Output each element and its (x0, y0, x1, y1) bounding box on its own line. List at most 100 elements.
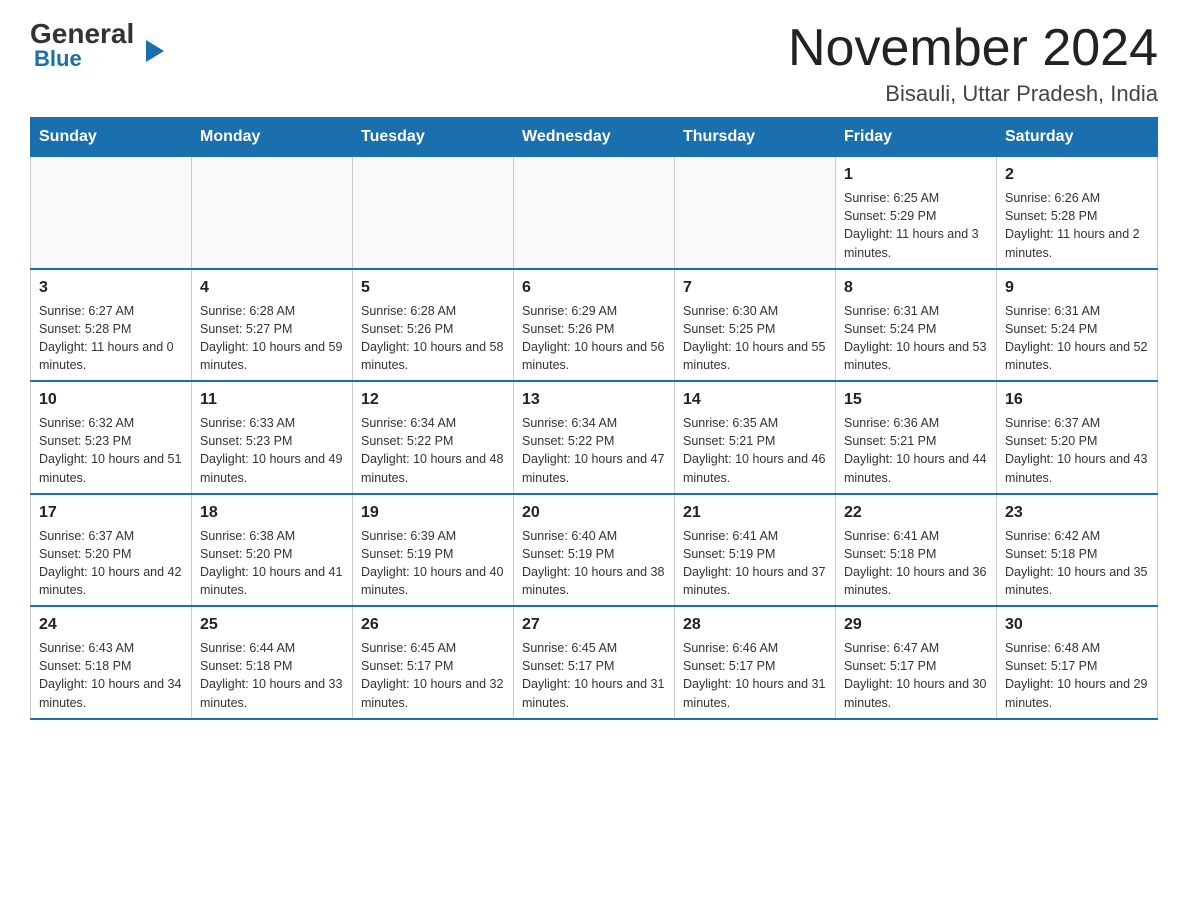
calendar-body: 1Sunrise: 6:25 AMSunset: 5:29 PMDaylight… (31, 157, 1158, 719)
calendar-cell: 30Sunrise: 6:48 AMSunset: 5:17 PMDayligh… (997, 606, 1158, 719)
day-info: Sunrise: 6:28 AMSunset: 5:27 PMDaylight:… (200, 302, 344, 375)
calendar-cell: 18Sunrise: 6:38 AMSunset: 5:20 PMDayligh… (192, 494, 353, 607)
location-subtitle: Bisauli, Uttar Pradesh, India (788, 81, 1158, 107)
day-info: Sunrise: 6:45 AMSunset: 5:17 PMDaylight:… (522, 639, 666, 712)
day-info: Sunrise: 6:29 AMSunset: 5:26 PMDaylight:… (522, 302, 666, 375)
day-number: 24 (39, 613, 183, 637)
calendar-cell: 27Sunrise: 6:45 AMSunset: 5:17 PMDayligh… (514, 606, 675, 719)
calendar-cell (353, 157, 514, 269)
day-number: 5 (361, 276, 505, 300)
page-header: General Blue November 2024 Bisauli, Utta… (30, 20, 1158, 107)
logo-general: General (30, 20, 144, 48)
calendar-week-5: 24Sunrise: 6:43 AMSunset: 5:18 PMDayligh… (31, 606, 1158, 719)
weekday-header-sunday: Sunday (31, 118, 192, 157)
day-number: 15 (844, 388, 988, 412)
day-info: Sunrise: 6:48 AMSunset: 5:17 PMDaylight:… (1005, 639, 1149, 712)
day-info: Sunrise: 6:33 AMSunset: 5:23 PMDaylight:… (200, 414, 344, 487)
page-title: November 2024 (788, 20, 1158, 77)
day-number: 17 (39, 501, 183, 525)
day-number: 27 (522, 613, 666, 637)
logo: General Blue (30, 20, 144, 72)
calendar-cell (514, 157, 675, 269)
calendar-week-4: 17Sunrise: 6:37 AMSunset: 5:20 PMDayligh… (31, 494, 1158, 607)
day-info: Sunrise: 6:31 AMSunset: 5:24 PMDaylight:… (844, 302, 988, 375)
day-number: 19 (361, 501, 505, 525)
weekday-header-friday: Friday (836, 118, 997, 157)
day-info: Sunrise: 6:32 AMSunset: 5:23 PMDaylight:… (39, 414, 183, 487)
day-number: 11 (200, 388, 344, 412)
calendar-cell: 29Sunrise: 6:47 AMSunset: 5:17 PMDayligh… (836, 606, 997, 719)
calendar-cell: 16Sunrise: 6:37 AMSunset: 5:20 PMDayligh… (997, 381, 1158, 494)
day-number: 7 (683, 276, 827, 300)
calendar-cell: 28Sunrise: 6:46 AMSunset: 5:17 PMDayligh… (675, 606, 836, 719)
day-info: Sunrise: 6:30 AMSunset: 5:25 PMDaylight:… (683, 302, 827, 375)
day-number: 23 (1005, 501, 1149, 525)
calendar-cell: 5Sunrise: 6:28 AMSunset: 5:26 PMDaylight… (353, 269, 514, 382)
weekday-header-row: SundayMondayTuesdayWednesdayThursdayFrid… (31, 118, 1158, 157)
weekday-header-wednesday: Wednesday (514, 118, 675, 157)
day-info: Sunrise: 6:27 AMSunset: 5:28 PMDaylight:… (39, 302, 183, 375)
day-number: 30 (1005, 613, 1149, 637)
day-info: Sunrise: 6:37 AMSunset: 5:20 PMDaylight:… (1005, 414, 1149, 487)
day-info: Sunrise: 6:42 AMSunset: 5:18 PMDaylight:… (1005, 527, 1149, 600)
calendar-cell: 17Sunrise: 6:37 AMSunset: 5:20 PMDayligh… (31, 494, 192, 607)
calendar-cell: 25Sunrise: 6:44 AMSunset: 5:18 PMDayligh… (192, 606, 353, 719)
day-number: 18 (200, 501, 344, 525)
day-number: 21 (683, 501, 827, 525)
calendar-cell (31, 157, 192, 269)
day-number: 28 (683, 613, 827, 637)
calendar-cell: 11Sunrise: 6:33 AMSunset: 5:23 PMDayligh… (192, 381, 353, 494)
day-number: 2 (1005, 163, 1149, 187)
day-info: Sunrise: 6:37 AMSunset: 5:20 PMDaylight:… (39, 527, 183, 600)
day-info: Sunrise: 6:41 AMSunset: 5:18 PMDaylight:… (844, 527, 988, 600)
weekday-header-monday: Monday (192, 118, 353, 157)
calendar-cell: 1Sunrise: 6:25 AMSunset: 5:29 PMDaylight… (836, 157, 997, 269)
calendar-cell: 21Sunrise: 6:41 AMSunset: 5:19 PMDayligh… (675, 494, 836, 607)
day-number: 1 (844, 163, 988, 187)
calendar-cell: 14Sunrise: 6:35 AMSunset: 5:21 PMDayligh… (675, 381, 836, 494)
calendar-cell: 26Sunrise: 6:45 AMSunset: 5:17 PMDayligh… (353, 606, 514, 719)
day-number: 3 (39, 276, 183, 300)
day-info: Sunrise: 6:31 AMSunset: 5:24 PMDaylight:… (1005, 302, 1149, 375)
calendar-header: SundayMondayTuesdayWednesdayThursdayFrid… (31, 118, 1158, 157)
calendar-week-1: 1Sunrise: 6:25 AMSunset: 5:29 PMDaylight… (31, 157, 1158, 269)
day-info: Sunrise: 6:34 AMSunset: 5:22 PMDaylight:… (361, 414, 505, 487)
calendar-cell: 23Sunrise: 6:42 AMSunset: 5:18 PMDayligh… (997, 494, 1158, 607)
calendar-cell (192, 157, 353, 269)
weekday-header-tuesday: Tuesday (353, 118, 514, 157)
day-info: Sunrise: 6:39 AMSunset: 5:19 PMDaylight:… (361, 527, 505, 600)
day-number: 10 (39, 388, 183, 412)
day-number: 4 (200, 276, 344, 300)
day-number: 9 (1005, 276, 1149, 300)
calendar-cell: 3Sunrise: 6:27 AMSunset: 5:28 PMDaylight… (31, 269, 192, 382)
day-number: 16 (1005, 388, 1149, 412)
calendar-cell: 9Sunrise: 6:31 AMSunset: 5:24 PMDaylight… (997, 269, 1158, 382)
calendar-cell: 10Sunrise: 6:32 AMSunset: 5:23 PMDayligh… (31, 381, 192, 494)
calendar-cell: 7Sunrise: 6:30 AMSunset: 5:25 PMDaylight… (675, 269, 836, 382)
day-info: Sunrise: 6:25 AMSunset: 5:29 PMDaylight:… (844, 189, 988, 262)
day-info: Sunrise: 6:43 AMSunset: 5:18 PMDaylight:… (39, 639, 183, 712)
day-info: Sunrise: 6:36 AMSunset: 5:21 PMDaylight:… (844, 414, 988, 487)
calendar-cell: 15Sunrise: 6:36 AMSunset: 5:21 PMDayligh… (836, 381, 997, 494)
day-info: Sunrise: 6:41 AMSunset: 5:19 PMDaylight:… (683, 527, 827, 600)
weekday-header-thursday: Thursday (675, 118, 836, 157)
calendar-cell: 19Sunrise: 6:39 AMSunset: 5:19 PMDayligh… (353, 494, 514, 607)
day-number: 14 (683, 388, 827, 412)
day-info: Sunrise: 6:46 AMSunset: 5:17 PMDaylight:… (683, 639, 827, 712)
day-info: Sunrise: 6:40 AMSunset: 5:19 PMDaylight:… (522, 527, 666, 600)
calendar-cell: 22Sunrise: 6:41 AMSunset: 5:18 PMDayligh… (836, 494, 997, 607)
day-number: 13 (522, 388, 666, 412)
calendar-table: SundayMondayTuesdayWednesdayThursdayFrid… (30, 117, 1158, 720)
weekday-header-saturday: Saturday (997, 118, 1158, 157)
calendar-cell (675, 157, 836, 269)
calendar-cell: 6Sunrise: 6:29 AMSunset: 5:26 PMDaylight… (514, 269, 675, 382)
day-info: Sunrise: 6:34 AMSunset: 5:22 PMDaylight:… (522, 414, 666, 487)
calendar-cell: 4Sunrise: 6:28 AMSunset: 5:27 PMDaylight… (192, 269, 353, 382)
calendar-cell: 20Sunrise: 6:40 AMSunset: 5:19 PMDayligh… (514, 494, 675, 607)
day-info: Sunrise: 6:38 AMSunset: 5:20 PMDaylight:… (200, 527, 344, 600)
title-block: November 2024 Bisauli, Uttar Pradesh, In… (788, 20, 1158, 107)
calendar-cell: 2Sunrise: 6:26 AMSunset: 5:28 PMDaylight… (997, 157, 1158, 269)
calendar-cell: 8Sunrise: 6:31 AMSunset: 5:24 PMDaylight… (836, 269, 997, 382)
day-info: Sunrise: 6:35 AMSunset: 5:21 PMDaylight:… (683, 414, 827, 487)
calendar-cell: 12Sunrise: 6:34 AMSunset: 5:22 PMDayligh… (353, 381, 514, 494)
